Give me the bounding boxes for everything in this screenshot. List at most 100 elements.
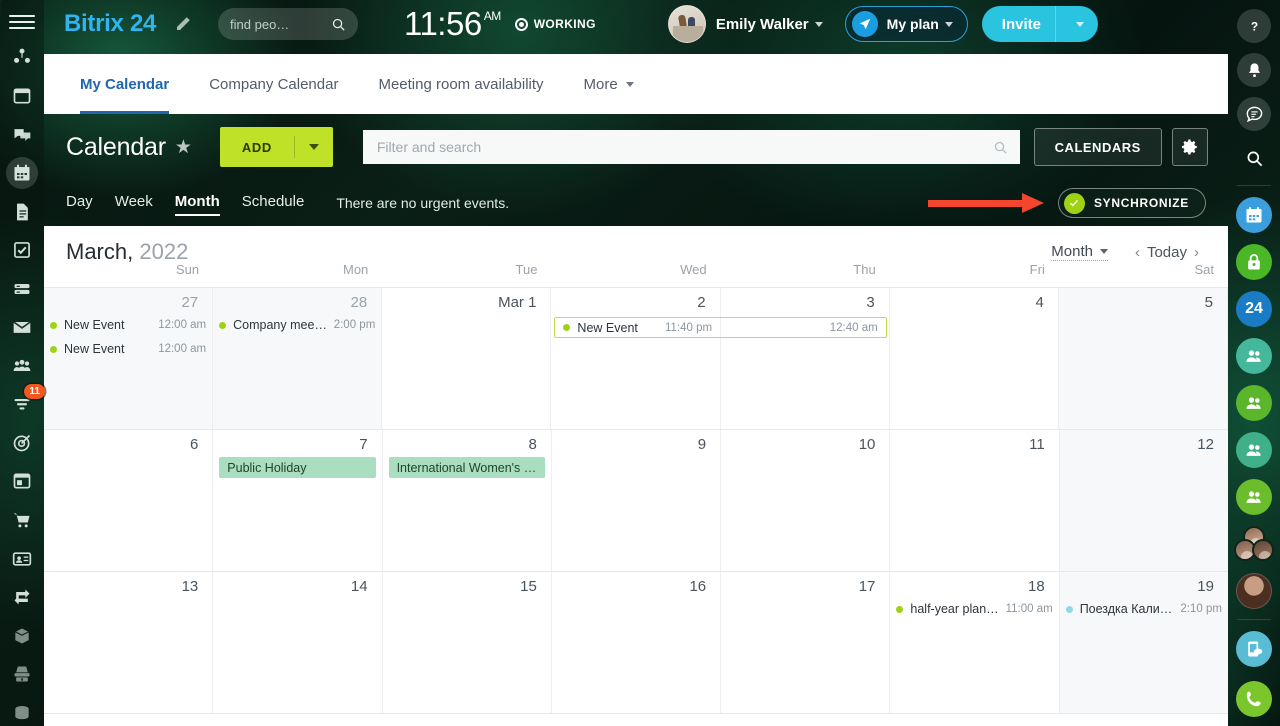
day-cell[interactable]: 12	[1059, 430, 1228, 571]
working-status-button[interactable]: WORKING	[514, 17, 596, 31]
sidebar-item-inventory-icon[interactable]	[7, 622, 37, 649]
sidebar-item-group-icon[interactable]	[7, 353, 37, 380]
sidebar-item-shop-icon[interactable]	[7, 507, 37, 534]
group-teal-icon[interactable]	[1236, 338, 1272, 374]
prev-month-button[interactable]: ‹	[1128, 244, 1147, 261]
global-search-input[interactable]: find peo…	[218, 8, 359, 40]
day-cell[interactable]: 6	[44, 430, 214, 571]
view-week[interactable]: Week	[115, 193, 153, 214]
avatar-single[interactable]	[1236, 573, 1272, 609]
user-menu[interactable]: Emily Walker	[667, 5, 823, 43]
sidebar-item-pos-icon[interactable]	[7, 661, 37, 688]
day-cell[interactable]: 10	[721, 430, 891, 571]
sidebar-item-drive-icon[interactable]	[7, 275, 37, 302]
search-icon	[332, 18, 345, 31]
lock-icon[interactable]	[1236, 244, 1272, 280]
day-cell[interactable]: 15	[382, 572, 552, 713]
event-color-dot	[219, 321, 227, 329]
sidebar-item-contacts-icon[interactable]	[7, 545, 37, 572]
day-cell[interactable]: 7 Public Holiday	[213, 430, 383, 571]
day-cell[interactable]: 28 Company meet… 2:00 pm	[213, 288, 383, 429]
invite-button[interactable]: Invite	[981, 6, 1098, 42]
calendar-event[interactable]: New Event 12:00 am	[50, 315, 206, 335]
calendar-event[interactable]: Company meet… 2:00 pm	[219, 315, 375, 335]
sidebar-item-tasks-icon[interactable]	[7, 237, 37, 264]
day-cell[interactable]: 9	[551, 430, 722, 571]
invite-dropdown-toggle[interactable]	[1056, 16, 1098, 33]
my-plan-button[interactable]: My plan	[844, 6, 968, 42]
tab-more[interactable]: More	[584, 54, 634, 114]
sidebar-item-live-feed-icon[interactable]	[7, 44, 37, 71]
day-cell[interactable]: 8 International Women's …	[382, 430, 552, 571]
group-green-icon[interactable]	[1236, 385, 1272, 421]
day-cell[interactable]: 18 half-year plan… 11:00 am	[890, 572, 1060, 713]
sidebar-item-calendar-icon[interactable]	[6, 157, 38, 189]
call-icon[interactable]	[1236, 681, 1272, 717]
day-cell[interactable]: 19 Поездка Кали… 2:10 pm	[1059, 572, 1228, 713]
day-cell[interactable]: 14	[213, 572, 383, 713]
multi-day-event[interactable]: New Event 11:40 pm 12:40 am	[554, 317, 887, 338]
messages-icon[interactable]	[1237, 97, 1271, 131]
day-cell[interactable]: 13	[44, 572, 214, 713]
next-month-button[interactable]: ›	[1187, 244, 1206, 261]
view-schedule[interactable]: Schedule	[242, 193, 305, 214]
sidebar-item-chat-icon[interactable]	[7, 121, 37, 148]
calendar-event[interactable]: New Event 12:00 am	[50, 339, 206, 359]
day-cell[interactable]: 17	[721, 572, 891, 713]
brand-logo[interactable]: Bitrix 24	[64, 10, 156, 38]
tab-company-calendar[interactable]: Company Calendar	[209, 54, 338, 114]
tab-label: More	[583, 75, 618, 93]
tab-my-calendar[interactable]: My Calendar	[80, 54, 170, 114]
mobile-app-icon[interactable]	[1236, 631, 1272, 667]
add-dropdown-toggle[interactable]	[295, 144, 333, 150]
avatar-stack[interactable]	[1234, 526, 1274, 562]
sidebar-item-target-icon[interactable]	[7, 430, 37, 457]
sidebar-item-sites-icon[interactable]	[7, 468, 37, 495]
tab-meeting-room-availability[interactable]: Meeting room availability	[378, 54, 543, 114]
day-cell[interactable]: 27 New Event 12:00 am New Event 12:00 am	[44, 288, 214, 429]
group-green2-icon[interactable]	[1236, 479, 1272, 515]
help-icon[interactable]: ?	[1237, 9, 1271, 43]
calendar-badge-icon[interactable]	[1236, 197, 1272, 233]
notifications-icon[interactable]	[1237, 53, 1271, 87]
synchronize-button[interactable]: SYNCHRONIZE	[1057, 188, 1206, 218]
sidebar-item-analytics-icon[interactable]	[7, 699, 37, 726]
sidebar-item-automation-icon[interactable]	[7, 584, 37, 611]
today-button[interactable]: Today	[1147, 244, 1187, 261]
favorite-star-icon[interactable]: ★	[175, 136, 192, 159]
top-bar: Bitrix 24 find peo… 11:56 AM WORKING Emi…	[44, 0, 1228, 48]
search-icon[interactable]	[1237, 141, 1271, 175]
edit-pencil-icon[interactable]	[174, 15, 192, 33]
user-name: Emily Walker	[715, 15, 809, 33]
sidebar-item-mail-icon[interactable]	[7, 314, 37, 341]
day-cell[interactable]: 11	[890, 430, 1060, 571]
day-cell[interactable]: Mar 1	[382, 288, 552, 429]
group-teal2-icon[interactable]	[1236, 432, 1272, 468]
period-select[interactable]: Month	[1051, 243, 1108, 261]
sidebar-item-documents-icon[interactable]	[7, 198, 37, 225]
day-cell[interactable]: 3	[720, 288, 890, 429]
brand-name: Bitrix	[64, 10, 124, 37]
calendar-event[interactable]: half-year plan… 11:00 am	[896, 599, 1053, 619]
settings-gear-button[interactable]	[1171, 128, 1208, 166]
day-cell[interactable]: 2	[551, 288, 721, 429]
calendar-event[interactable]: Поездка Кали… 2:10 pm	[1065, 599, 1222, 619]
menu-burger-icon[interactable]	[9, 12, 35, 32]
view-month[interactable]: Month	[174, 193, 220, 216]
weekday-header-row: Sun Mon Tue Wed Thu Fri Sat	[44, 262, 1228, 288]
holiday-event[interactable]: Public Holiday	[219, 457, 376, 478]
sidebar-item-crm-filter-icon[interactable]: 11	[7, 384, 45, 418]
event-title: Поездка Кали…	[1079, 602, 1173, 616]
sidebar-item-workspace-icon[interactable]	[7, 83, 37, 110]
calendars-button[interactable]: CALENDARS	[1033, 128, 1162, 166]
day-cell[interactable]: 16	[551, 572, 722, 713]
event-title: New Event	[64, 342, 125, 356]
day-cell[interactable]: 5	[1058, 288, 1228, 429]
bitrix24-icon[interactable]: 24	[1236, 291, 1272, 327]
view-day[interactable]: Day	[66, 193, 93, 214]
add-button[interactable]: ADD	[219, 127, 333, 167]
right-sidebar: ? 24	[1228, 0, 1280, 726]
holiday-event[interactable]: International Women's …	[388, 457, 545, 478]
filter-search-input[interactable]: Filter and search	[362, 130, 1020, 164]
day-cell[interactable]: 4	[889, 288, 1059, 429]
